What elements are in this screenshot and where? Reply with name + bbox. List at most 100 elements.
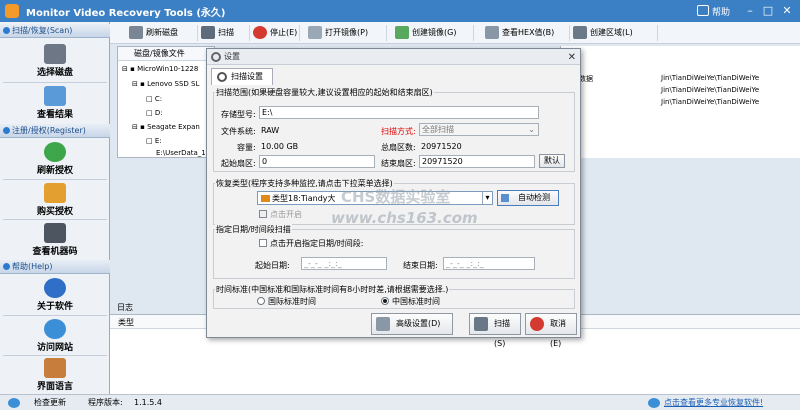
sidebar: 扫描/恢复(Scan) 选择磁盘 查看结果 注册/授权(Register) 刷新… <box>0 22 110 394</box>
storage-field[interactable]: E:\ <box>259 106 539 119</box>
maximize-icon[interactable]: □ <box>760 3 776 19</box>
scan-mode-select[interactable]: 全部扫描 ⌄ <box>419 123 539 136</box>
dialog-close-icon[interactable]: ✕ <box>568 50 576 66</box>
section-icon <box>3 27 10 34</box>
divider <box>3 179 107 180</box>
app-title: Monitor Video Recovery Tools (永久) <box>26 8 226 19</box>
disk-panel-header: 磁盘/镜像文件 <box>118 47 214 61</box>
default-button[interactable]: 默认 <box>539 154 565 168</box>
end-date-label: 结束日期: <box>403 261 438 270</box>
end-sector-field[interactable]: 20971520 <box>419 155 535 168</box>
magnifier-icon <box>201 26 215 39</box>
auto-detect-button[interactable]: 自动检测 <box>497 190 559 206</box>
advanced-settings-button[interactable]: 高级设置(D) <box>371 313 453 335</box>
section-scan[interactable]: 扫描/恢复(Scan) <box>0 24 110 38</box>
refresh-disk-icon <box>129 26 143 39</box>
start-date-label: 起始日期: <box>255 261 290 270</box>
select-disk-button[interactable]: 选择磁盘 <box>3 42 107 80</box>
intl-time-radio[interactable] <box>257 297 265 305</box>
version-label: 程序版本: <box>88 398 123 407</box>
view-results-button[interactable]: 查看结果 <box>3 84 107 122</box>
toolbar: 刷新磁盘 扫描 停止(E) 打开镜像(P) 创建镜像(G) 查看HEX值(B) … <box>110 22 800 44</box>
start-sector-field[interactable]: 0 <box>259 155 375 168</box>
watermark-url: www.chs163.com <box>331 209 478 227</box>
scan-range-title: 扫描范围(如果硬盘容量较大,建议设置相应的起始和结束扇区) <box>215 87 434 98</box>
promo-icon <box>648 398 660 408</box>
add-image-icon <box>395 26 409 39</box>
end-sector-label: 结束扇区: <box>381 159 416 168</box>
start-date-field[interactable]: _-_-_ _:_:_ <box>301 257 387 270</box>
time-standard-title: 时间标准(中国标准和国际标准时间有8小时时差,请根据需要选择.) <box>215 284 450 295</box>
end-date-field[interactable]: _-_-_ _:_:_ <box>443 257 535 270</box>
cart-icon <box>44 183 66 203</box>
scan-button[interactable]: 扫描 <box>198 25 250 41</box>
magnifier-icon <box>474 317 488 331</box>
update-icon <box>8 398 20 408</box>
enable-checkbox[interactable] <box>259 210 267 218</box>
computer-icon <box>44 223 66 243</box>
refresh-icon <box>44 142 66 162</box>
list-item[interactable]: Jin\TianDiWeiYe\TianDiWeiYe <box>661 98 759 106</box>
date-range-checkbox[interactable] <box>259 239 267 247</box>
globe-icon <box>44 319 66 339</box>
fs-value: RAW <box>261 126 280 135</box>
gear-icon <box>217 72 227 82</box>
open-image-button[interactable]: 打开镜像(P) <box>305 25 387 41</box>
dialog-title-bar: 设置 ✕ <box>207 49 580 65</box>
refresh-disk-button[interactable]: 刷新磁盘 <box>126 25 198 41</box>
ui-language-button[interactable]: 界面语言 <box>3 356 107 394</box>
folder-icon <box>308 26 322 39</box>
scan-start-button[interactable]: 扫描(S) <box>469 313 521 348</box>
intl-time-label: 国际标准时间 <box>268 297 316 306</box>
about-button[interactable]: 关于软件 <box>3 276 107 314</box>
tree-item[interactable]: □ C: <box>146 95 162 103</box>
users-icon <box>44 358 66 378</box>
scan-mode-label: 扫描方式: <box>381 127 416 136</box>
section-register[interactable]: 注册/授权(Register) <box>0 124 110 138</box>
chevron-down-icon: ▾ <box>482 192 492 204</box>
divider <box>3 315 107 316</box>
china-time-radio[interactable] <box>381 297 389 305</box>
visit-site-button[interactable]: 访问网站 <box>3 317 107 355</box>
divider <box>3 219 107 220</box>
create-region-button[interactable]: 创建区域(L) <box>570 25 658 41</box>
minimize-icon[interactable]: – <box>742 3 758 19</box>
enable-label: 点击开启 <box>270 210 302 219</box>
view-machine-code-button[interactable]: 查看机器码 <box>3 221 107 259</box>
help-menu[interactable]: 帮助 <box>712 5 730 18</box>
stop-icon <box>253 26 267 39</box>
tab-scan-settings[interactable]: 扫描设置 <box>211 68 273 85</box>
results-icon <box>44 86 66 106</box>
section-help[interactable]: 帮助(Help) <box>0 260 110 274</box>
cancel-button[interactable]: 取消(E) <box>525 313 577 348</box>
total-sectors-value: 20971520 <box>421 142 462 151</box>
buy-license-button[interactable]: 购买授权 <box>3 181 107 219</box>
storage-label: 存储型号: <box>221 110 256 119</box>
capacity-value: 10.00 GB <box>261 142 299 151</box>
fs-label: 文件系统: <box>221 127 256 136</box>
tree-item[interactable]: □ E: <box>146 137 162 145</box>
total-sectors-label: 总扇区数: <box>381 143 416 152</box>
app-icon <box>5 4 19 18</box>
stop-icon <box>530 317 544 331</box>
tree-item[interactable]: □ D: <box>146 109 163 117</box>
tree-item[interactable]: E:\UserData_1 <box>156 149 206 157</box>
region-icon <box>573 26 587 39</box>
chevron-down-icon: ⌄ <box>528 125 535 134</box>
list-item[interactable]: Jin\TianDiWeiYe\TianDiWeiYe <box>661 86 759 94</box>
tree-item[interactable]: ⊟ ▪ MicroWin10-1228 <box>122 65 198 73</box>
date-range-title: 指定日期/时间段扫描 <box>215 224 292 235</box>
list-item[interactable]: Jin\TianDiWeiYe\TianDiWeiYe <box>661 74 759 82</box>
refresh-license-button[interactable]: 刷新授权 <box>3 140 107 178</box>
tree-item[interactable]: ⊟ ▪ Seagate Expan <box>132 123 200 131</box>
stop-button[interactable]: 停止(E) <box>250 25 300 41</box>
promo-link[interactable]: 点击查看更多专业恢复软件! <box>664 395 763 410</box>
camera-icon <box>261 195 270 202</box>
view-hex-button[interactable]: 查看HEX值(B) <box>482 25 570 41</box>
close-icon[interactable]: ✕ <box>779 3 795 19</box>
create-image-button[interactable]: 创建镜像(G) <box>392 25 474 41</box>
help-icon[interactable] <box>697 5 709 16</box>
tree-item[interactable]: ⊟ ▪ Lenovo SSD SL <box>132 80 199 88</box>
check-update-link[interactable]: 检查更新 <box>34 395 66 410</box>
log-col-type: 类型 <box>118 318 134 327</box>
